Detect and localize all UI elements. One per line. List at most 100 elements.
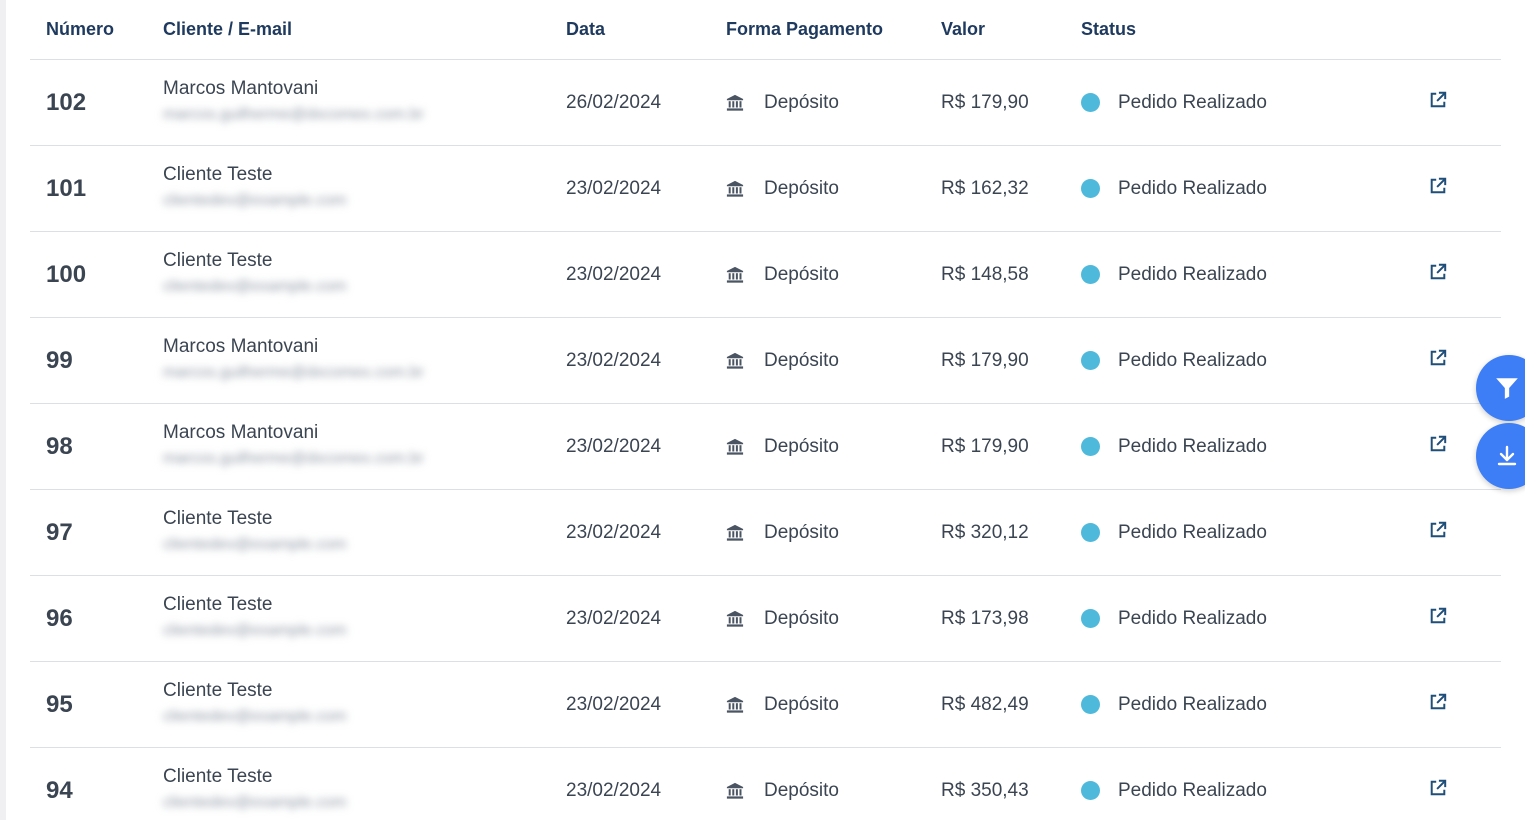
bank-icon — [726, 610, 744, 628]
header-forma-pagamento[interactable]: Forma Pagamento — [726, 0, 941, 60]
bank-icon — [726, 438, 744, 456]
bank-icon — [726, 94, 744, 112]
external-link-icon[interactable] — [1429, 177, 1447, 195]
orders-table-container: Número Cliente / E-mail Data Forma Pagam… — [30, 0, 1501, 820]
status-cell: Pedido Realizado — [1081, 231, 1401, 318]
order-date: 23/02/2024 — [566, 231, 726, 318]
payment-method: Depósito — [764, 693, 839, 715]
table-row[interactable]: 100 Cliente Teste clientedev@example.com 23… — [30, 231, 1501, 318]
client-cell: Cliente Teste clientedev@example.com — [163, 231, 566, 318]
external-link-icon[interactable] — [1429, 779, 1447, 797]
action-cell — [1401, 575, 1501, 662]
bank-icon — [726, 266, 744, 284]
client-email: marcos.guilherme@dxcomex.com.br — [163, 105, 424, 123]
order-value: R$ 162,32 — [941, 145, 1081, 232]
external-link-icon[interactable] — [1429, 349, 1447, 367]
table-row[interactable]: 101 Cliente Teste clientedev@example.com 23… — [30, 145, 1501, 232]
status-dot — [1081, 265, 1100, 284]
payment-method: Depósito — [764, 177, 839, 199]
download-icon — [1497, 445, 1517, 466]
payment-method: Depósito — [764, 521, 839, 543]
status-label: Pedido Realizado — [1118, 91, 1267, 113]
header-cliente[interactable]: Cliente / E-mail — [163, 0, 566, 60]
order-number: 102 — [30, 59, 163, 146]
client-email: clientedev@example.com — [163, 277, 347, 295]
status-dot — [1081, 609, 1100, 628]
order-number: 98 — [30, 403, 163, 490]
order-date: 23/02/2024 — [566, 661, 726, 748]
table-row[interactable]: 94 Cliente Teste clientedev@example.com 23/… — [30, 747, 1501, 820]
payment-method: Depósito — [764, 263, 839, 285]
status-cell: Pedido Realizado — [1081, 403, 1401, 490]
orders-table: Número Cliente / E-mail Data Forma Pagam… — [30, 0, 1501, 820]
header-valor[interactable]: Valor — [941, 0, 1081, 60]
table-row[interactable]: 97 Cliente Teste clientedev@example.com 23/… — [30, 489, 1501, 576]
table-row[interactable]: 98 Marcos Mantovani marcos.guilherme@dxcom… — [30, 403, 1501, 490]
payment-method: Depósito — [764, 349, 839, 371]
client-email: clientedev@example.com — [163, 621, 347, 639]
external-link-icon[interactable] — [1429, 607, 1447, 625]
action-cell — [1401, 231, 1501, 318]
order-date: 23/02/2024 — [566, 403, 726, 490]
client-cell: Cliente Teste clientedev@example.com — [163, 575, 566, 662]
order-date: 23/02/2024 — [566, 145, 726, 232]
status-label: Pedido Realizado — [1118, 435, 1267, 457]
payment-cell: Depósito — [726, 575, 941, 662]
header-status[interactable]: Status — [1081, 0, 1401, 60]
order-date: 23/02/2024 — [566, 747, 726, 820]
bank-icon — [726, 180, 744, 198]
header-numero[interactable]: Número — [30, 0, 163, 60]
payment-cell: Depósito — [726, 403, 941, 490]
status-cell: Pedido Realizado — [1081, 59, 1401, 146]
client-email: clientedev@example.com — [163, 535, 347, 553]
header-data[interactable]: Data — [566, 0, 726, 60]
status-label: Pedido Realizado — [1118, 779, 1267, 801]
order-value: R$ 179,90 — [941, 59, 1081, 146]
order-value: R$ 350,43 — [941, 747, 1081, 820]
payment-method: Depósito — [764, 607, 839, 629]
payment-cell: Depósito — [726, 489, 941, 576]
client-cell: Marcos Mantovani marcos.guilherme@dxcomex… — [163, 403, 566, 490]
status-dot — [1081, 695, 1100, 714]
table-row[interactable]: 95 Cliente Teste clientedev@example.com 23/… — [30, 661, 1501, 748]
external-link-icon[interactable] — [1429, 693, 1447, 711]
status-cell: Pedido Realizado — [1081, 575, 1401, 662]
client-name: Cliente Teste — [163, 765, 273, 787]
status-cell: Pedido Realizado — [1081, 747, 1401, 820]
action-cell — [1401, 747, 1501, 820]
order-value: R$ 179,90 — [941, 403, 1081, 490]
client-cell: Cliente Teste clientedev@example.com — [163, 145, 566, 232]
status-dot — [1081, 437, 1100, 456]
order-value: R$ 179,90 — [941, 317, 1081, 404]
payment-cell: Depósito — [726, 59, 941, 146]
status-dot — [1081, 781, 1100, 800]
client-cell: Cliente Teste clientedev@example.com — [163, 747, 566, 820]
order-value: R$ 482,49 — [941, 661, 1081, 748]
bank-icon — [726, 782, 744, 800]
bank-icon — [726, 352, 744, 370]
action-cell — [1401, 145, 1501, 232]
payment-cell: Depósito — [726, 231, 941, 318]
status-label: Pedido Realizado — [1118, 521, 1267, 543]
payment-cell: Depósito — [726, 317, 941, 404]
status-cell: Pedido Realizado — [1081, 145, 1401, 232]
sidebar-edge — [0, 0, 6, 820]
payment-cell: Depósito — [726, 145, 941, 232]
external-link-icon[interactable] — [1429, 263, 1447, 281]
table-row[interactable]: 102 Marcos Mantovani marcos.guilherme@dxco… — [30, 59, 1501, 146]
order-number: 95 — [30, 661, 163, 748]
payment-method: Depósito — [764, 91, 839, 113]
order-date: 23/02/2024 — [566, 575, 726, 662]
external-link-icon[interactable] — [1429, 435, 1447, 453]
external-link-icon[interactable] — [1429, 521, 1447, 539]
table-row[interactable]: 96 Cliente Teste clientedev@example.com 23/… — [30, 575, 1501, 662]
status-cell: Pedido Realizado — [1081, 661, 1401, 748]
client-cell: Cliente Teste clientedev@example.com — [163, 489, 566, 576]
table-row[interactable]: 99 Marcos Mantovani marcos.guilherme@dxcom… — [30, 317, 1501, 404]
client-name: Cliente Teste — [163, 507, 273, 529]
order-value: R$ 320,12 — [941, 489, 1081, 576]
external-link-icon[interactable] — [1429, 91, 1447, 109]
status-dot — [1081, 523, 1100, 542]
client-email: clientedev@example.com — [163, 707, 347, 725]
order-date: 23/02/2024 — [566, 317, 726, 404]
